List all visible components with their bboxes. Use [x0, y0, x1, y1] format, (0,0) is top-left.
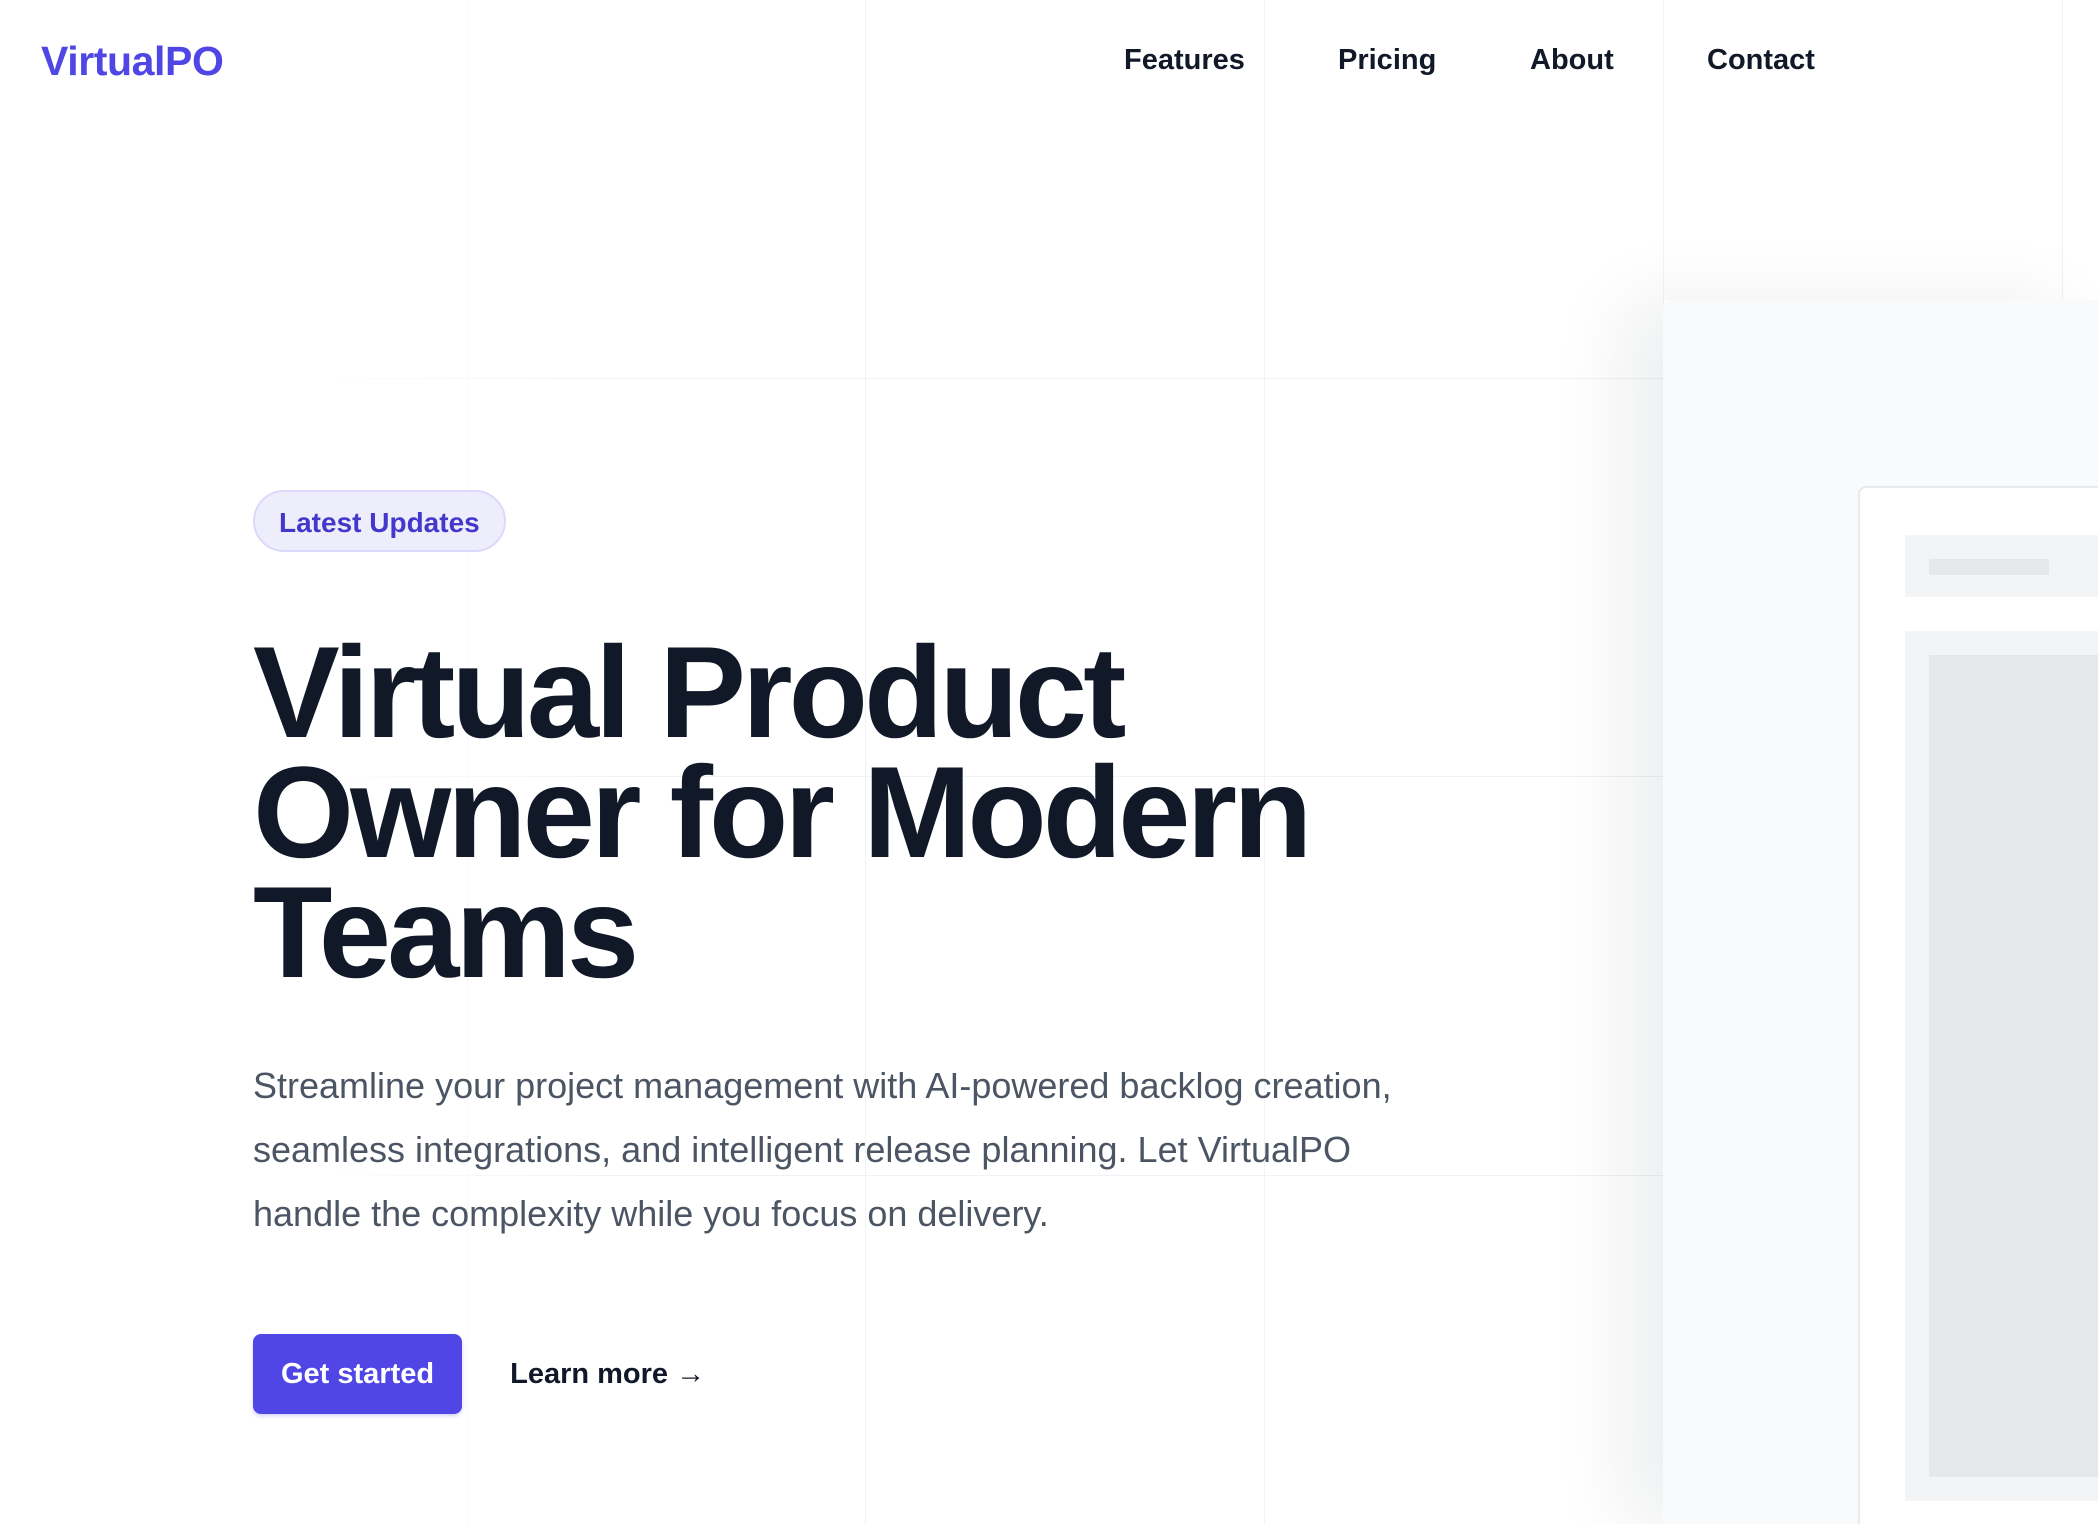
- learn-more-label: Learn more: [510, 1357, 669, 1390]
- arrow-right-icon: →: [676, 1357, 706, 1390]
- nav-link-features[interactable]: Features: [1124, 44, 1245, 77]
- hero-headline: Virtual Product Owner for Modern Teams: [253, 619, 1312, 1005]
- brand-logo[interactable]: VirtualPO: [41, 38, 224, 85]
- hero-section: Latest Updates Virtual Product Owner for…: [253, 490, 1453, 1414]
- site-header: VirtualPO Features Pricing About Contact: [0, 0, 2098, 128]
- preview-content-placeholder: [1905, 631, 2098, 1501]
- latest-updates-badge[interactable]: Latest Updates: [253, 490, 506, 552]
- preview-title-placeholder: [1929, 559, 2049, 575]
- learn-more-link[interactable]: Learn more →: [510, 1358, 705, 1391]
- nav-link-about[interactable]: About: [1530, 44, 1614, 77]
- get-started-button[interactable]: Get started: [253, 1334, 463, 1414]
- app-preview-panel: [1663, 300, 2098, 1524]
- nav-link-contact[interactable]: Contact: [1707, 44, 1815, 77]
- preview-toolbar-placeholder: [1905, 535, 2098, 597]
- cta-row: Get started Learn more →: [253, 1334, 1453, 1414]
- nav-link-pricing[interactable]: Pricing: [1338, 44, 1436, 77]
- hero-description: Streamline your project management with …: [253, 1065, 1392, 1234]
- preview-content-block: [1929, 655, 2098, 1477]
- preview-window: [1858, 486, 2098, 1524]
